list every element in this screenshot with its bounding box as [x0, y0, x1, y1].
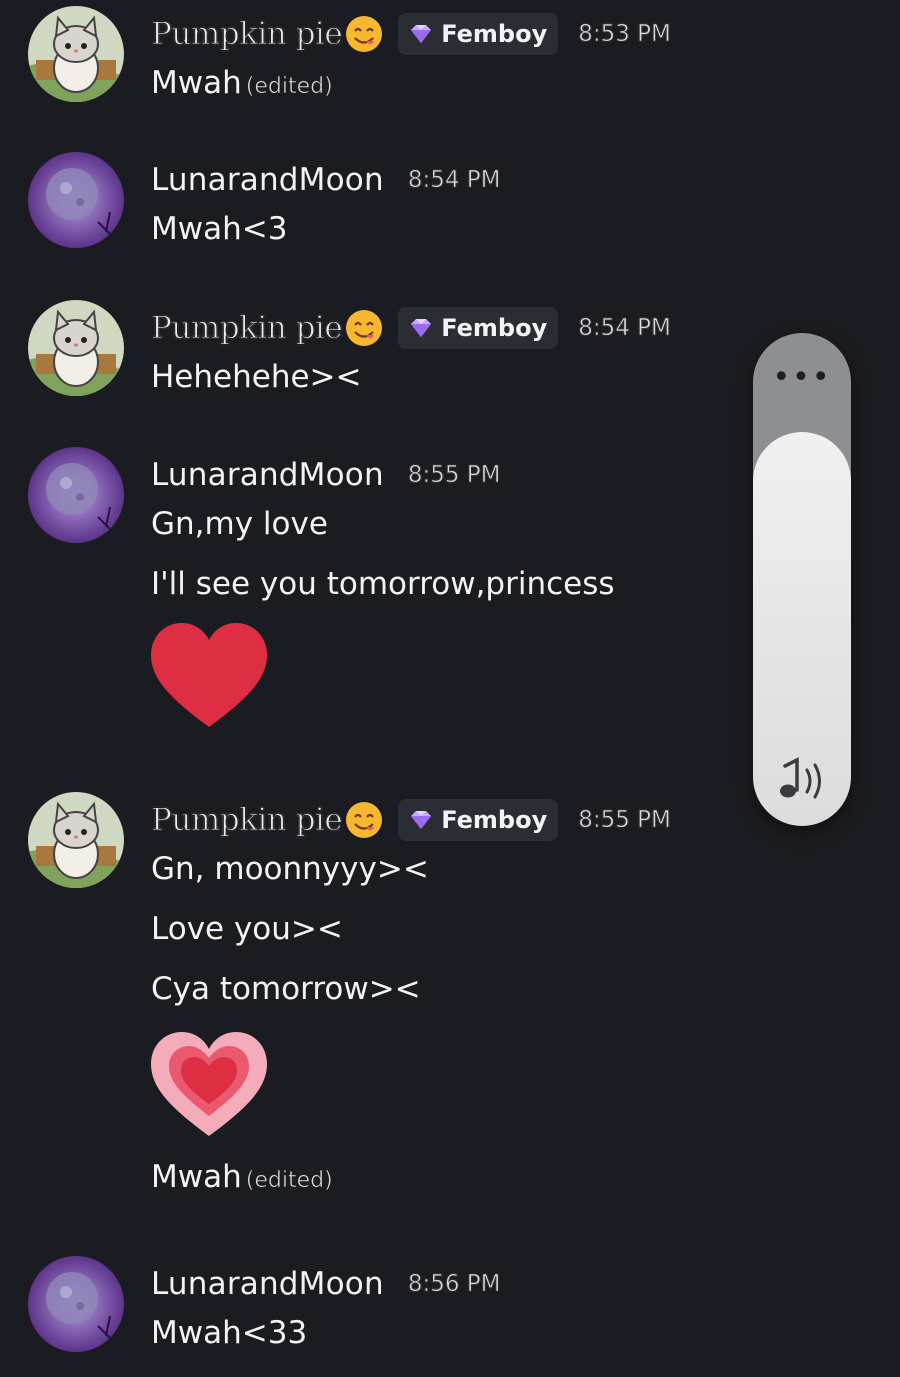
cat-avatar-icon: [28, 792, 124, 888]
role-tag[interactable]: Femboy: [398, 307, 559, 349]
avatar-lunarandmoon[interactable]: [28, 1256, 124, 1352]
timestamp: 8:54 PM: [407, 167, 501, 194]
role-tag[interactable]: Femboy: [398, 799, 559, 841]
message-text-content: Mwah: [151, 1159, 242, 1195]
username[interactable]: Pumpkin pie: [150, 16, 343, 53]
message-group: LunarandMoon 8:55 PM Gn,my love I'll see…: [0, 445, 720, 775]
message-text[interactable]: Mwah (edited): [151, 1156, 429, 1216]
message-text[interactable]: Mwah<3: [151, 208, 287, 268]
avatar-lunarandmoon[interactable]: [28, 152, 124, 248]
message-body: Mwah<33: [151, 1312, 307, 1372]
username[interactable]: LunarandMoon: [151, 162, 384, 198]
message-group: LunarandMoon 8:56 PM Mwah<33: [0, 1254, 720, 1374]
timestamp: 8:55 PM: [578, 807, 671, 834]
chat-view: Pumpkin pie Femboy 8:53 PM Mwah(edited): [0, 0, 900, 1377]
red-heart-icon[interactable]: [151, 623, 267, 733]
message-text[interactable]: Hehehehe><: [151, 356, 362, 416]
role-tag[interactable]: Femboy: [398, 13, 559, 55]
volume-slider[interactable]: •••: [753, 333, 851, 826]
edited-label: (edited): [245, 74, 333, 100]
more-options-icon[interactable]: •••: [753, 363, 851, 393]
message-text[interactable]: Gn, moonnyyy><: [151, 848, 429, 908]
message-text[interactable]: Mwah<33: [151, 1312, 307, 1372]
gem-icon: [407, 317, 435, 339]
avatar-pumpkin-pie[interactable]: [28, 300, 124, 396]
message-group: Pumpkin pie Femboy 8:53 PM Mwah (edited): [0, 4, 720, 144]
moon-avatar-icon: [28, 1256, 124, 1352]
username[interactable]: Pumpkin pie: [150, 802, 343, 839]
avatar-pumpkin-pie[interactable]: [28, 792, 124, 888]
avatar-pumpkin-pie[interactable]: [28, 6, 124, 102]
moon-avatar-icon: [28, 152, 124, 248]
message-body: Mwah<3: [151, 208, 287, 268]
gem-icon: [407, 23, 435, 45]
timestamp: 8:55 PM: [407, 462, 501, 489]
message-group: LunarandMoon 8:54 PM Mwah<3: [0, 150, 720, 290]
username[interactable]: Pumpkin pie: [150, 310, 343, 347]
message-text[interactable]: Mwah (edited): [151, 62, 333, 122]
timestamp: 8:53 PM: [578, 21, 671, 48]
edited-label: (edited): [245, 1168, 333, 1194]
role-tag-label: Femboy: [441, 806, 548, 834]
username[interactable]: LunarandMoon: [151, 457, 384, 493]
cat-avatar-icon: [28, 6, 124, 102]
speaker-sound-icon[interactable]: [771, 756, 833, 806]
timestamp: 8:54 PM: [578, 315, 671, 342]
message-header: LunarandMoon 8:54 PM: [151, 158, 501, 202]
pink-heart-icon[interactable]: [151, 1032, 267, 1142]
timestamp: 8:56 PM: [407, 1271, 501, 1298]
message-text[interactable]: Love you><: [151, 908, 429, 968]
message-header: Pumpkin pie Femboy 8:55 PM: [150, 798, 671, 842]
message-header: Pumpkin pie Femboy 8:54 PM: [150, 306, 671, 350]
role-tag-label: Femboy: [441, 314, 548, 342]
username[interactable]: LunarandMoon: [151, 1266, 384, 1302]
cat-avatar-icon: [28, 300, 124, 396]
message-text-content: Mwah: [151, 65, 242, 101]
message-body: Mwah (edited): [151, 62, 333, 122]
yum-face-emoji-icon: [344, 800, 384, 840]
message-text[interactable]: I'll see you tomorrow,princess: [151, 563, 615, 623]
message-group: Pumpkin pie Femboy 8:54 PM Hehehehe><: [0, 298, 720, 438]
message-header: LunarandMoon 8:55 PM: [151, 453, 501, 497]
message-header: LunarandMoon 8:56 PM: [151, 1262, 501, 1306]
message-body: Gn, moonnyyy>< Love you>< Cya tomorrow><…: [151, 848, 429, 1216]
message-text[interactable]: Gn,my love: [151, 503, 615, 563]
message-body: Gn,my love I'll see you tomorrow,princes…: [151, 503, 615, 733]
message-body: Hehehehe><: [151, 356, 362, 416]
gem-icon: [407, 809, 435, 831]
yum-face-emoji-icon: [344, 14, 384, 54]
yum-face-emoji-icon: [344, 308, 384, 348]
role-tag-label: Femboy: [441, 20, 548, 48]
message-text[interactable]: Cya tomorrow><: [151, 968, 429, 1028]
moon-avatar-icon: [28, 447, 124, 543]
message-group: Pumpkin pie Femboy 8:55 PM Gn, moonnyyy>…: [0, 790, 720, 1220]
avatar-lunarandmoon[interactable]: [28, 447, 124, 543]
message-header: Pumpkin pie Femboy 8:53 PM: [150, 12, 671, 56]
